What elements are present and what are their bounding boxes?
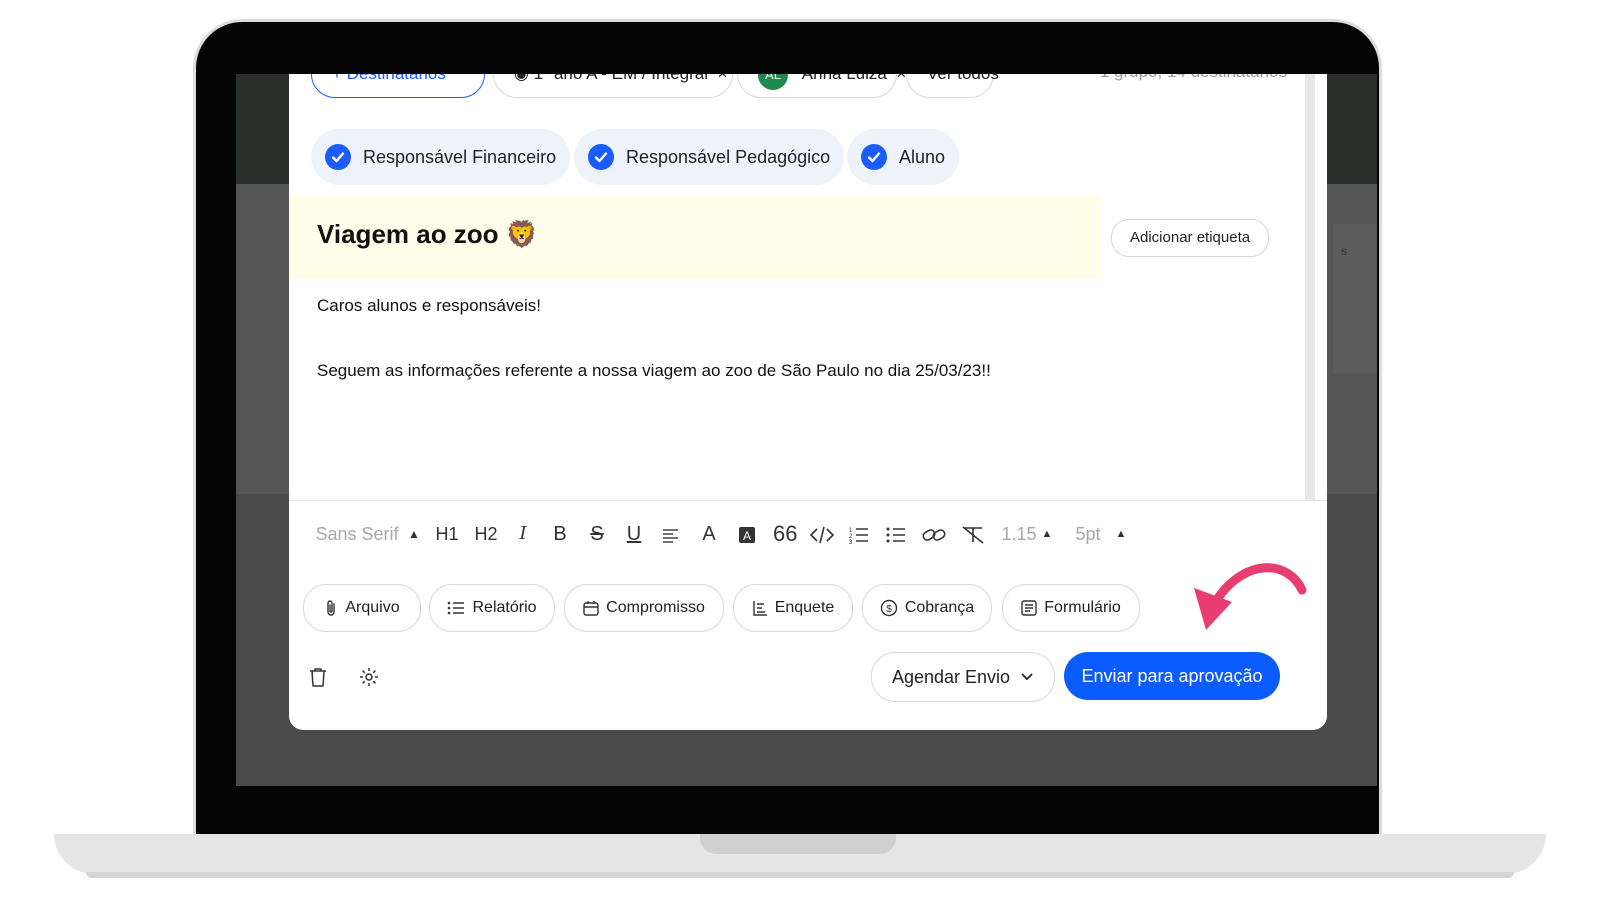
add-tag-button[interactable]: Adicionar etiqueta <box>1111 219 1270 257</box>
check-icon <box>861 144 887 170</box>
attach-form-button[interactable]: Formulário <box>1002 584 1140 632</box>
clear-format-icon[interactable] <box>960 510 986 558</box>
message-body-line[interactable]: Caros alunos e responsáveis! <box>317 296 541 316</box>
stepper-icon[interactable]: ▲ <box>1115 510 1127 558</box>
recipients-count: 1 grupo, 14 destinatários <box>1100 74 1287 82</box>
annotation-arrow-icon <box>1194 563 1307 630</box>
laptop-base-shadow <box>86 872 1514 878</box>
code-icon[interactable] <box>809 510 835 558</box>
avatar: AL <box>758 74 788 90</box>
link-icon[interactable] <box>921 510 947 558</box>
gear-icon[interactable] <box>358 666 382 690</box>
heading2-button[interactable]: H2 <box>473 510 499 558</box>
schedule-send-button[interactable]: Agendar Envio <box>871 652 1055 702</box>
add-recipients-button[interactable]: + Destinatários <box>311 74 485 98</box>
see-all-button[interactable]: Ver todos <box>906 74 999 98</box>
underline-icon[interactable]: U <box>625 510 643 558</box>
group-chip[interactable]: ◉ 1º ano A - EM / Integral × <box>493 74 733 98</box>
text-color-icon[interactable]: A <box>699 510 719 558</box>
svg-text:A: A <box>743 529 751 543</box>
form-icon <box>1021 600 1037 616</box>
attach-file-button[interactable]: Arquivo <box>303 584 421 632</box>
trash-icon[interactable] <box>307 666 331 690</box>
recipients-row: + Destinatários ◉ 1º ano A - EM / Integr… <box>289 74 1327 98</box>
laptop-notch <box>700 834 896 854</box>
attach-report-button[interactable]: Relatório <box>429 584 555 632</box>
money-icon: $ <box>880 599 898 617</box>
attach-poll-button[interactable]: Enquete <box>733 584 853 632</box>
role-chip-financeiro[interactable]: Responsável Financeiro <box>311 129 571 185</box>
stepper-icon[interactable]: ▲ <box>407 510 421 558</box>
poll-icon <box>752 601 767 616</box>
toolbar-divider <box>289 500 1327 501</box>
svg-text:$: $ <box>886 604 892 615</box>
attach-charge-button[interactable]: $ Cobrança <box>862 584 992 632</box>
svg-text:3: 3 <box>849 540 853 544</box>
highlight-icon[interactable]: A <box>737 510 757 558</box>
message-composer-modal: + Destinatários ◉ 1º ano A - EM / Integr… <box>289 74 1327 730</box>
check-icon <box>588 144 614 170</box>
font-size-select[interactable]: 5pt <box>1073 510 1103 558</box>
paperclip-icon <box>327 600 336 616</box>
attach-appointment-button[interactable]: Compromisso <box>564 584 724 632</box>
subject-banner: Viagem ao zoo 🦁 <box>289 195 1101 279</box>
remove-icon[interactable]: × <box>713 74 727 83</box>
subject-title-input[interactable]: Viagem ao zoo 🦁 <box>317 219 538 250</box>
align-left-icon[interactable] <box>661 510 681 558</box>
strikethrough-icon[interactable]: S <box>588 510 606 558</box>
heading1-button[interactable]: H1 <box>435 510 459 558</box>
message-body-line[interactable]: Seguem as informações referente a nossa … <box>317 361 991 381</box>
line-height-select[interactable]: 1.15 <box>1001 510 1037 558</box>
send-for-approval-button[interactable]: Enviar para aprovação <box>1064 652 1280 700</box>
scrollbar[interactable] <box>1305 74 1315 500</box>
remove-icon[interactable]: × <box>892 74 906 83</box>
person-chip[interactable]: AL Anna Luiza × <box>737 74 906 98</box>
bullet-list-icon[interactable] <box>885 510 907 558</box>
ordered-list-icon[interactable]: 123 <box>848 510 870 558</box>
chevron-down-icon <box>1021 673 1033 681</box>
calendar-icon <box>583 601 599 616</box>
role-chip-aluno[interactable]: Aluno <box>847 129 960 185</box>
quote-icon[interactable]: 66 <box>773 510 797 558</box>
role-chip-pedagogico[interactable]: Responsável Pedagógico <box>574 129 845 185</box>
check-icon <box>325 144 351 170</box>
formatting-toolbar: Sans Serif ▲ H1 H2 I B S U A A 66 123 1.… <box>289 510 1327 558</box>
background-sheet: s <box>1333 224 1377 374</box>
font-family-select[interactable]: Sans Serif <box>315 510 399 558</box>
italic-icon[interactable]: I <box>515 510 531 558</box>
bold-icon[interactable]: B <box>551 510 569 558</box>
list-icon <box>448 601 465 615</box>
group-icon: ◉ <box>514 74 529 83</box>
stepper-icon[interactable]: ▲ <box>1041 510 1053 558</box>
